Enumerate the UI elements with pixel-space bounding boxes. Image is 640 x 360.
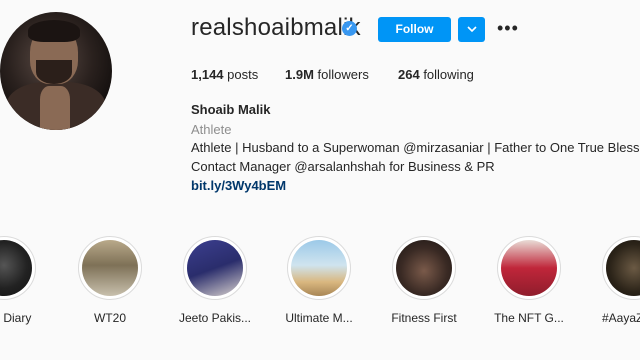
highlight-thumbnail (396, 240, 452, 296)
more-horizontal-icon[interactable]: ••• (497, 17, 519, 42)
bio-line-2: Contact Manager @arsalanhshah for Busine… (191, 159, 495, 174)
follow-button[interactable]: Follow (378, 17, 451, 42)
followers-stat[interactable]: 1.9M followers (285, 67, 369, 82)
highlight-label: Fitness First (391, 311, 457, 325)
highlight-label: WT20 (93, 311, 126, 325)
username: realshoaibmalik (191, 14, 361, 41)
bio-line-1: Athlete | Husband to a Superwoman @mirza… (191, 140, 640, 155)
highlight-label: y Diary (0, 311, 32, 325)
highlight-thumbnail (187, 240, 243, 296)
highlight-item[interactable] (183, 236, 247, 300)
chevron-down-icon[interactable] (458, 17, 485, 42)
followers-label: followers (313, 67, 369, 82)
highlight-label: Jeeto Pakis... (178, 311, 252, 325)
full-name: Shoaib Malik (191, 102, 271, 117)
highlight-item[interactable] (287, 236, 351, 300)
highlight-item[interactable] (78, 236, 142, 300)
avatar-beard-shape (36, 60, 72, 84)
following-count: 264 (398, 67, 420, 82)
following-label: following (419, 67, 474, 82)
highlight-item[interactable] (392, 236, 456, 300)
posts-count: 1,144 (191, 67, 224, 82)
highlight-item[interactable] (602, 236, 640, 300)
highlight-label: #AayaZ (602, 311, 640, 325)
following-stat[interactable]: 264 following (398, 67, 474, 82)
highlight-thumbnail (606, 240, 640, 296)
highlight-item[interactable] (0, 236, 36, 300)
highlight-label: The NFT G... (494, 311, 564, 325)
profile-link[interactable]: bit.ly/3Wy4bEM (191, 178, 286, 193)
category-label: Athlete (191, 122, 232, 137)
posts-label: posts (223, 67, 259, 82)
highlight-item[interactable] (497, 236, 561, 300)
highlight-thumbnail (291, 240, 347, 296)
avatar-hair-shape (28, 20, 80, 42)
avatar-chest-shape (40, 86, 70, 130)
highlight-thumbnail (82, 240, 138, 296)
verified-badge-icon: ✓ (342, 21, 357, 36)
highlight-label: Ultimate M... (285, 311, 353, 325)
highlight-thumbnail (501, 240, 557, 296)
profile-avatar[interactable] (0, 12, 112, 130)
followers-count: 1.9M (285, 67, 314, 82)
posts-stat: 1,144 posts (191, 67, 258, 82)
highlight-thumbnail (0, 240, 32, 296)
